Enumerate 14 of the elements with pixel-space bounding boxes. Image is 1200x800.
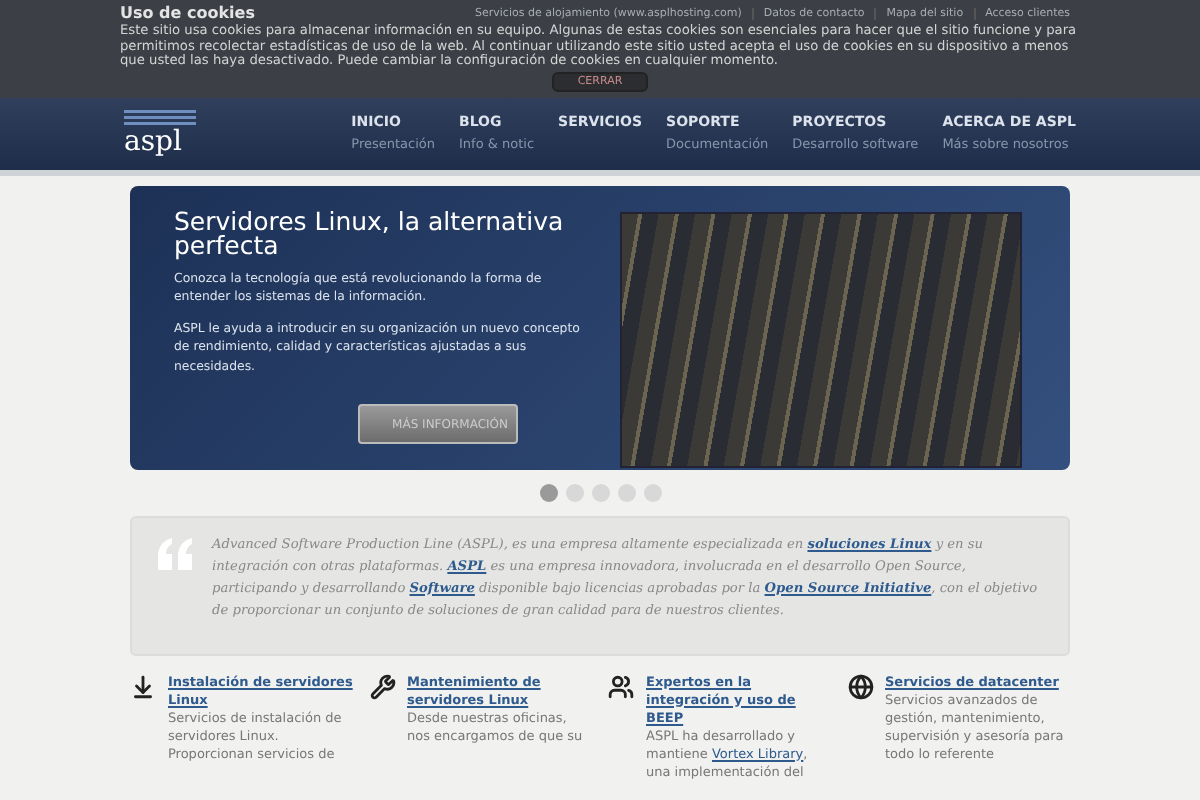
slide-title: Servidores Linux, la alternativa perfecta bbox=[174, 209, 566, 257]
download-icon bbox=[130, 673, 156, 699]
slider-dot[interactable] bbox=[565, 483, 583, 501]
slider-dot[interactable] bbox=[617, 483, 635, 501]
users-icon bbox=[608, 673, 634, 699]
globe-icon bbox=[847, 673, 873, 699]
logo-stripes-icon bbox=[124, 110, 196, 126]
slider-dot[interactable] bbox=[539, 483, 557, 501]
quote-mark-icon bbox=[156, 537, 196, 569]
slider-dot[interactable] bbox=[643, 483, 661, 501]
wrench-icon bbox=[369, 673, 395, 699]
logo-text: aspl bbox=[124, 128, 182, 156]
cookie-title: Uso de cookies bbox=[120, 4, 255, 22]
slider-dot[interactable] bbox=[591, 483, 609, 501]
